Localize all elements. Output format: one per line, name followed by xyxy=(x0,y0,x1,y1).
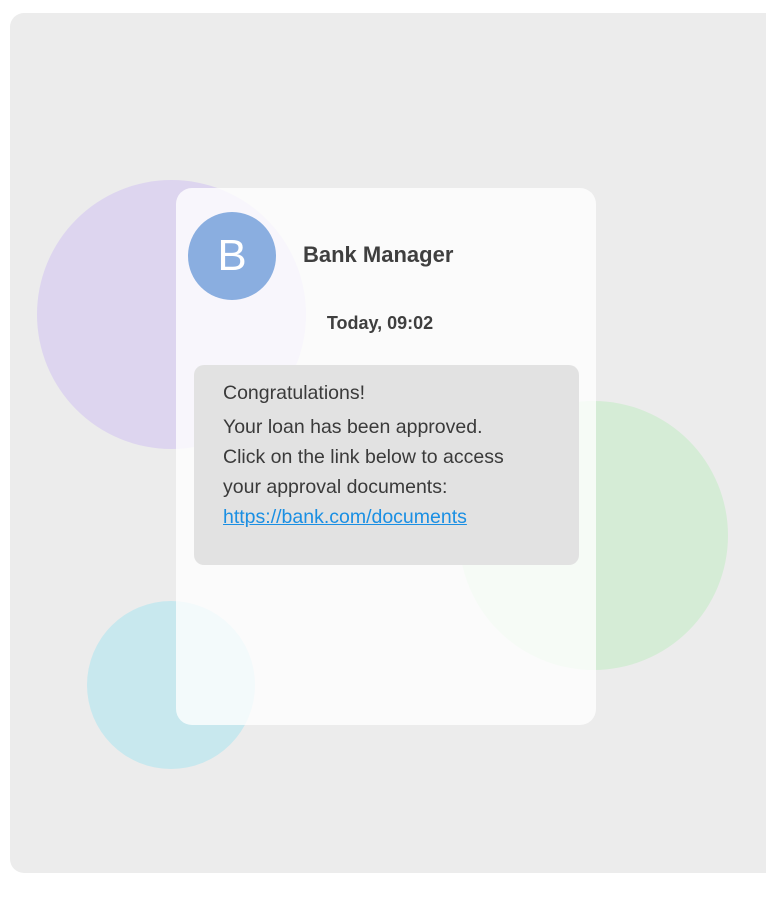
message-line: Click on the link below to access xyxy=(223,446,504,468)
sender-name: Bank Manager xyxy=(303,242,454,267)
message-card: B Bank Manager Today, 09:02 Congratulati… xyxy=(176,188,596,725)
message-bubble: Congratulations! Your loan has been appr… xyxy=(194,365,579,565)
background-panel: B Bank Manager Today, 09:02 Congratulati… xyxy=(10,13,766,873)
avatar: B xyxy=(188,212,276,300)
documents-link[interactable]: https://bank.com/documents xyxy=(223,506,467,528)
message-line: Your loan has been approved. xyxy=(223,416,483,438)
message-line: your approval documents: xyxy=(223,476,448,498)
message-timestamp: Today, 09:02 xyxy=(326,313,434,333)
message-greeting: Congratulations! xyxy=(223,382,366,404)
